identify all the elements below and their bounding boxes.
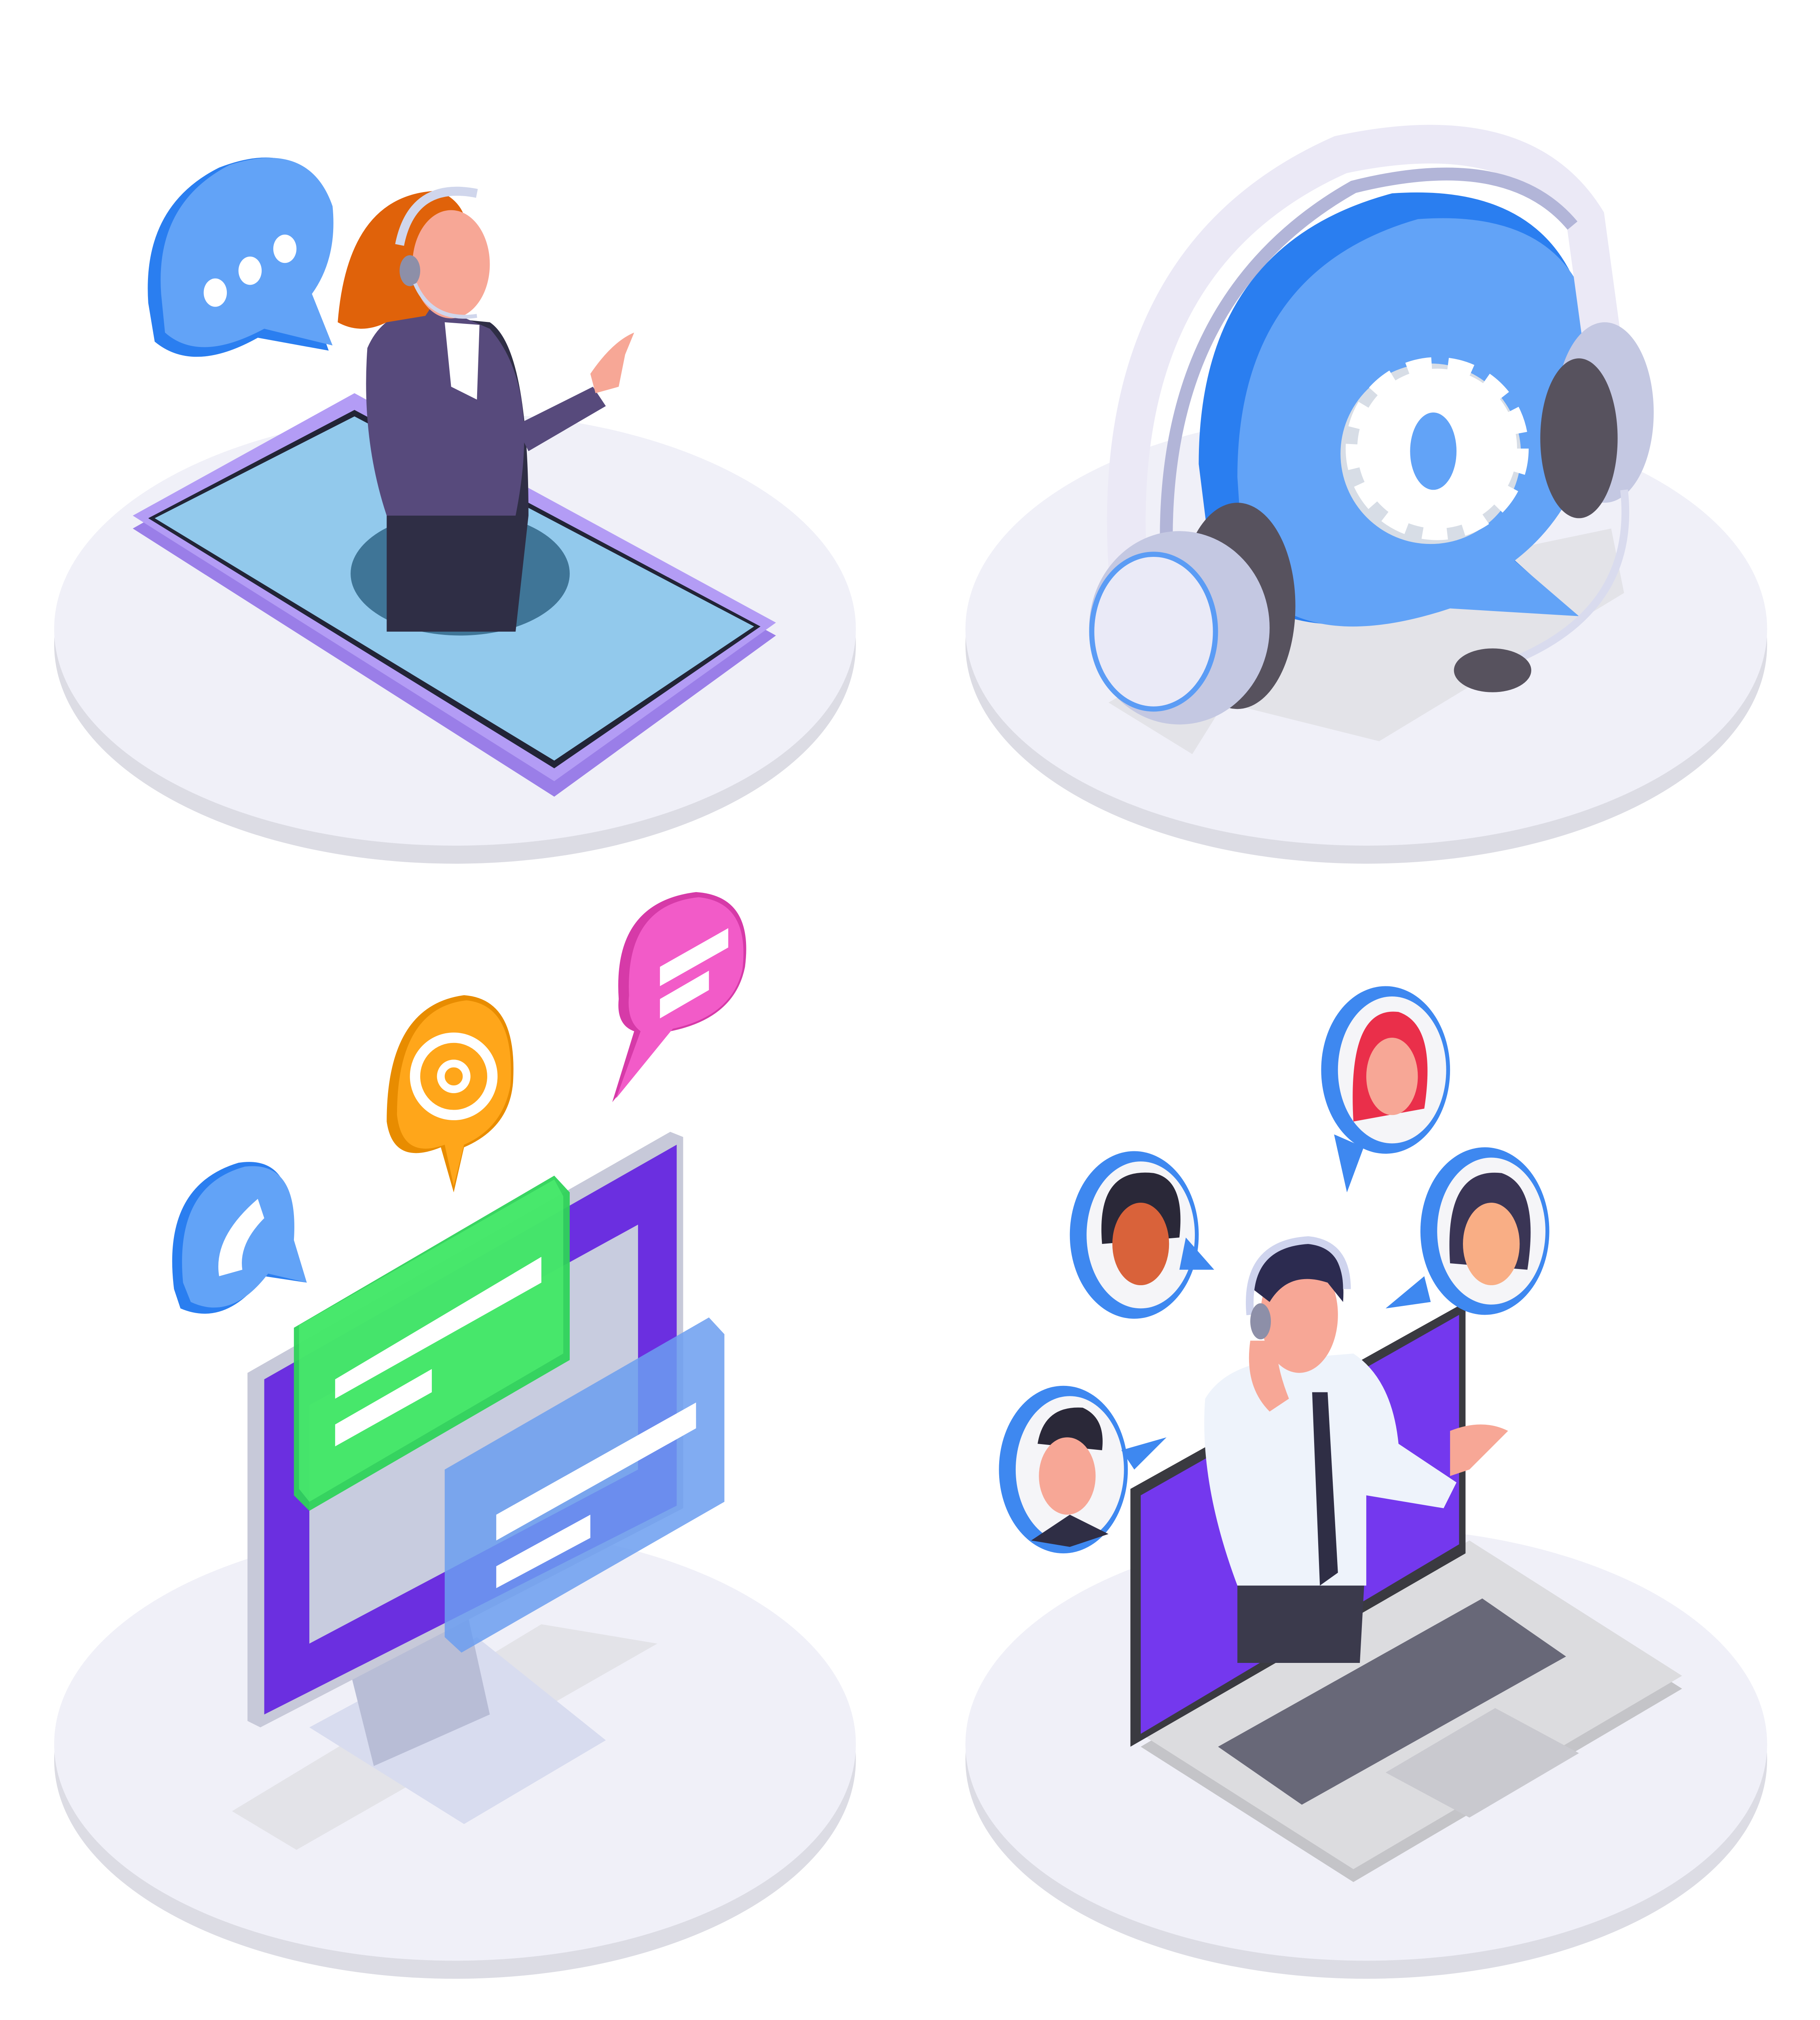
- scene-smartphone-operator: [54, 157, 856, 864]
- scene-laptop-operator: [965, 986, 1767, 1979]
- scene-desktop-messaging: [54, 892, 856, 1979]
- illustration-canvas: [54, 125, 1767, 1979]
- chat-bubble-icon: [148, 157, 334, 357]
- gear-icon: [1340, 357, 1529, 544]
- message-bubble-icon: [612, 892, 746, 1102]
- customer-avatar-icon: [1385, 1147, 1549, 1315]
- email-at-bubble-icon: [387, 995, 514, 1193]
- customer-avatar-icon: [1321, 986, 1450, 1193]
- customer-avatar-icon: [1070, 1151, 1214, 1319]
- scene-support-headset: [965, 125, 1767, 864]
- phone-bubble-icon: [172, 1162, 307, 1314]
